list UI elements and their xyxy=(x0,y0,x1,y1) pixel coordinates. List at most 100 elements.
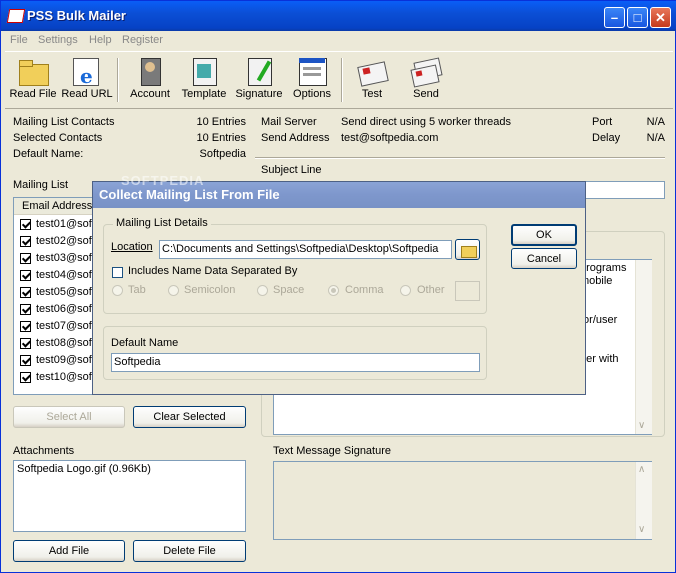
menu-register[interactable]: Register xyxy=(122,34,163,46)
separator-other-radio[interactable] xyxy=(400,285,411,296)
scroll-down-icon[interactable]: ∨ xyxy=(638,524,645,535)
signature-input[interactable]: ∧ ∨ xyxy=(273,461,652,540)
attachments-list[interactable]: Softpedia Logo.gif (0.96Kb) xyxy=(13,460,246,532)
toolbar-separator xyxy=(341,58,343,102)
test-button[interactable]: Test xyxy=(349,56,395,100)
list-item[interactable]: Softpedia Logo.gif (0.96Kb) xyxy=(17,463,151,475)
browse-button[interactable] xyxy=(455,239,480,260)
message-scrollbar[interactable] xyxy=(635,260,652,434)
subject-line-label: Subject Line xyxy=(261,164,322,176)
separator-comma-radio[interactable] xyxy=(328,285,339,296)
menu-help[interactable]: Help xyxy=(89,34,112,46)
clear-selected-button[interactable]: Clear Selected xyxy=(133,406,246,428)
signature-icon xyxy=(242,56,276,86)
separator-tab-radio[interactable] xyxy=(112,285,123,296)
toolbar-separator xyxy=(117,58,119,102)
options-icon xyxy=(295,56,329,86)
list-item-checkbox[interactable] xyxy=(20,338,31,349)
separator-space-label: Space xyxy=(273,284,305,296)
maximize-button[interactable]: □ xyxy=(627,7,648,28)
app-icon xyxy=(6,9,26,23)
list-item-checkbox[interactable] xyxy=(20,253,31,264)
main-window: PSS Bulk Mailer – □ ✕ File Settings Help… xyxy=(0,0,676,573)
includes-name-data-label: Includes Name Data Separated By xyxy=(128,265,298,277)
other-separator-input[interactable] xyxy=(455,281,480,301)
menu-file[interactable]: File xyxy=(10,34,28,46)
mailing-list-contacts-value: 10 Entries xyxy=(196,116,246,128)
separator-semicolon-radio[interactable] xyxy=(168,285,179,296)
window-title: PSS Bulk Mailer xyxy=(27,8,126,23)
menu-settings[interactable]: Settings xyxy=(38,34,78,46)
list-item-checkbox[interactable] xyxy=(20,270,31,281)
dialog-title: Collect Mailing List From File xyxy=(99,187,280,202)
mailing-list-label: Mailing List xyxy=(13,179,69,191)
list-item-checkbox[interactable] xyxy=(20,355,31,366)
list-item-checkbox[interactable] xyxy=(20,287,31,298)
selected-contacts-label: Selected Contacts xyxy=(13,132,103,144)
mailing-list-details-label: Mailing List Details xyxy=(113,217,211,229)
watermark: SOFTPEDIA xyxy=(121,173,205,188)
separator-semicolon-label: Semicolon xyxy=(184,284,236,296)
divider xyxy=(255,157,665,159)
mail-server-label: Mail Server xyxy=(261,116,317,128)
default-name-label: Default Name: xyxy=(13,148,84,160)
cancel-button[interactable]: Cancel xyxy=(511,248,577,269)
close-button[interactable]: ✕ xyxy=(650,7,671,28)
account-icon xyxy=(133,56,167,86)
template-icon xyxy=(187,56,221,86)
default-name-input[interactable]: Softpedia xyxy=(111,353,480,372)
default-name-value: Softpedia xyxy=(199,148,246,160)
scroll-up-icon[interactable]: ∧ xyxy=(638,464,645,475)
collect-mailing-list-dialog: Collect Mailing List From File Mailing L… xyxy=(92,181,586,395)
account-button[interactable]: Account xyxy=(125,56,175,100)
attachments-label: Attachments xyxy=(13,445,75,457)
envelope-icon xyxy=(355,56,389,87)
scroll-down-icon[interactable]: ∨ xyxy=(638,420,645,431)
email-address-column-header[interactable]: Email Address xyxy=(14,198,94,215)
message-text-line: programs xyxy=(580,262,627,274)
mailing-list-contacts-label: Mailing List Contacts xyxy=(13,116,115,128)
envelopes-icon xyxy=(409,56,443,88)
minimize-button[interactable]: – xyxy=(604,7,625,28)
list-item-checkbox[interactable] xyxy=(20,236,31,247)
list-item-checkbox[interactable] xyxy=(20,219,31,230)
list-item-checkbox[interactable] xyxy=(20,372,31,383)
template-button[interactable]: Template xyxy=(179,56,229,100)
separator-tab-label: Tab xyxy=(128,284,146,296)
list-item-checkbox[interactable] xyxy=(20,321,31,332)
separator-space-radio[interactable] xyxy=(257,285,268,296)
folder-icon xyxy=(461,246,477,258)
send-button[interactable]: Send xyxy=(403,56,449,100)
options-button[interactable]: Options xyxy=(289,56,335,100)
select-all-button[interactable]: Select All xyxy=(13,406,125,428)
menu-bar: File Settings Help Register xyxy=(5,32,673,50)
folder-icon xyxy=(16,56,50,86)
delete-file-button[interactable]: Delete File xyxy=(133,540,246,562)
mail-server-value: Send direct using 5 worker threads xyxy=(341,116,511,128)
separator-comma-label: Comma xyxy=(345,284,384,296)
send-address-label: Send Address xyxy=(261,132,330,144)
ok-button[interactable]: OK xyxy=(511,224,577,246)
subject-line-input[interactable] xyxy=(583,181,665,199)
internet-explorer-icon: e xyxy=(70,56,104,88)
delay-value: N/A xyxy=(646,132,665,144)
location-label: Location xyxy=(111,241,153,253)
signature-label: Text Message Signature xyxy=(273,445,392,457)
signature-button[interactable]: Signature xyxy=(231,56,287,100)
port-label: Port xyxy=(592,116,613,128)
delay-label: Delay xyxy=(592,132,621,144)
toolbar: Read File e Read URL Account Template Si… xyxy=(5,51,673,109)
separator-other-label: Other xyxy=(417,284,445,296)
mailing-list-view[interactable]: Email Address test01@soft test02@soft te… xyxy=(13,197,95,395)
send-address-value: test@softpedia.com xyxy=(341,132,439,144)
read-file-button[interactable]: Read File xyxy=(7,56,59,100)
includes-name-data-checkbox[interactable] xyxy=(112,267,123,278)
read-url-button[interactable]: e Read URL xyxy=(61,56,113,100)
port-value: N/A xyxy=(646,116,665,128)
location-input[interactable]: C:\Documents and Settings\Softpedia\Desk… xyxy=(159,240,452,259)
title-bar[interactable]: PSS Bulk Mailer – □ ✕ xyxy=(1,1,676,31)
selected-contacts-value: 10 Entries xyxy=(196,132,246,144)
add-file-button[interactable]: Add File xyxy=(13,540,125,562)
default-name-label: Default Name xyxy=(111,337,179,349)
list-item-checkbox[interactable] xyxy=(20,304,31,315)
